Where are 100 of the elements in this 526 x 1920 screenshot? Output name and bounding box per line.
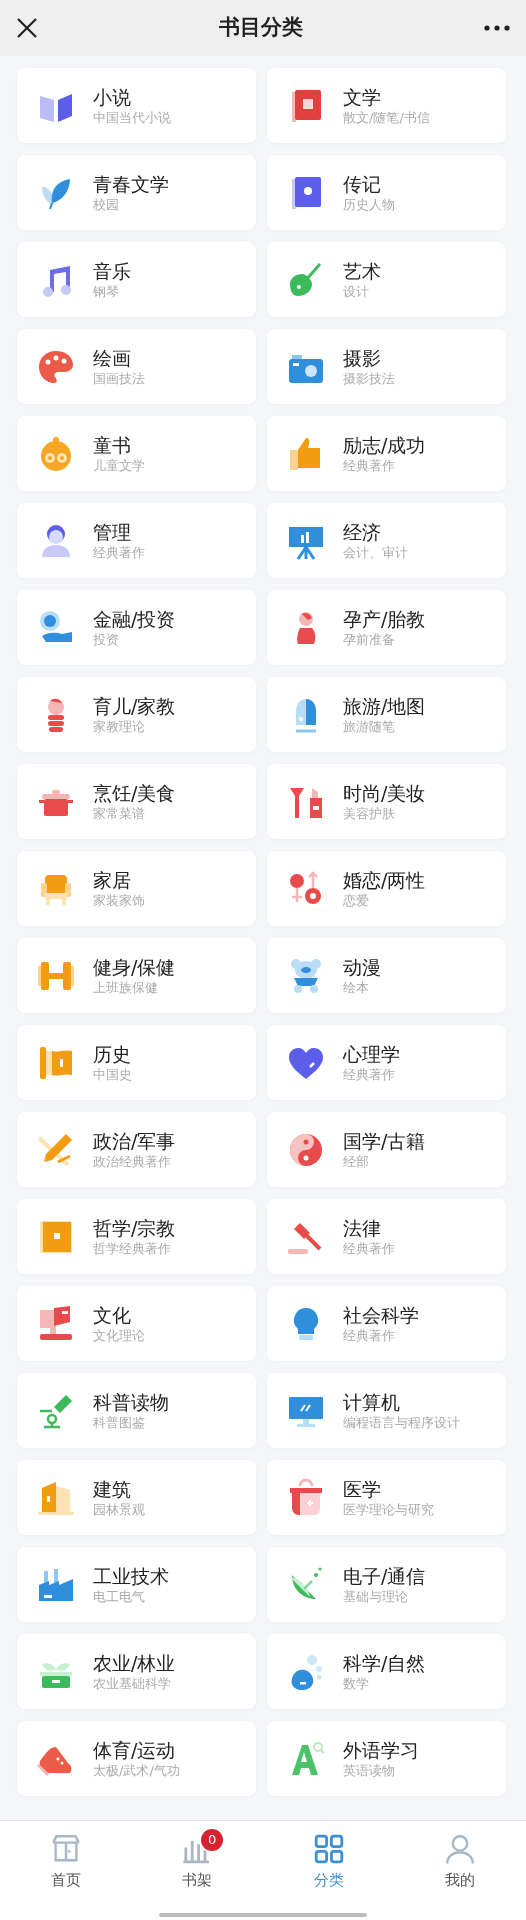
more-icon[interactable] [484,25,510,31]
category-card[interactable]: 建筑 园林景观 [17,1460,256,1535]
category-card[interactable]: 家居 家装家饰 [17,851,256,926]
category-subtitle: 儿童文学 [93,456,145,475]
category-card[interactable]: 烹饪/美食 家常菜谱 [17,764,256,839]
category-title: 烹饪/美食 [93,780,176,805]
category-card[interactable]: 文学 散文/随笔/书信 [267,68,506,143]
category-subtitle: 家常菜谱 [93,804,146,823]
category-subtitle: 英语读物 [343,1761,396,1780]
category-subtitle: 校园 [93,195,120,214]
category-title: 建筑 [93,1476,132,1501]
category-card[interactable]: 文化 文化理论 [17,1286,256,1361]
category-title: 旅游/地图 [343,693,426,718]
category-subtitle: 哲学经典著作 [93,1239,172,1258]
category-card[interactable]: 外语学习 英语读物 [267,1721,506,1796]
category-card[interactable]: 管理 经典著作 [17,503,256,578]
category-card[interactable]: 医学 医学理论与研究 [267,1460,506,1535]
category-card[interactable]: 健身/保健 上班族保健 [17,938,256,1013]
category-title: 计算机 [343,1389,401,1414]
category-card[interactable]: 历史 中国史 [17,1025,256,1100]
category-card[interactable]: 体育/运动 太极/武术/气功 [17,1721,256,1796]
category-title: 医学 [343,1476,382,1501]
category-title: 历史 [93,1041,132,1066]
category-subtitle: 散文/随笔/书信 [343,108,430,127]
category-subtitle: 经典著作 [343,1065,396,1084]
category-title: 摄影 [343,345,382,370]
category-subtitle: 设计 [343,282,370,301]
category-subtitle: 投资 [93,630,120,649]
category-subtitle: 经典著作 [343,1326,396,1345]
category-title: 小说 [93,84,132,109]
category-title: 哲学/宗教 [93,1215,176,1240]
category-card[interactable]: 孕产/胎教 孕前准备 [267,590,506,665]
category-card[interactable]: 计算机 编程语言与程序设计 [267,1373,506,1448]
category-card[interactable]: 科学/自然 数学 [267,1634,506,1709]
category-card[interactable]: 哲学/宗教 哲学经典著作 [17,1199,256,1274]
category-title: 传记 [343,171,382,196]
category-card[interactable]: 传记 历史人物 [267,155,506,230]
category-card[interactable]: 艺术 设计 [267,242,506,317]
category-title: 经济 [343,519,382,544]
category-card[interactable]: 动漫 绘本 [267,938,506,1013]
category-subtitle: 中国当代小说 [93,108,171,127]
category-card[interactable]: 法律 经典著作 [267,1199,506,1274]
category-title: 金融/投资 [93,606,176,631]
tab-bar-item[interactable]: 分类 [263,1833,395,1892]
category-title: 国学/古籍 [343,1128,426,1153]
category-card[interactable]: 摄影 摄影技法 [267,329,506,404]
category-title: 绘画 [93,345,132,370]
category-card[interactable]: 心理学 经典著作 [267,1025,506,1100]
category-title: 家居 [93,867,132,892]
category-title: 管理 [93,519,132,544]
category-title: 青春文学 [93,171,169,196]
category-title: 社会科学 [343,1302,419,1327]
category-subtitle: 美容护肤 [343,804,396,823]
category-title: 法律 [343,1215,382,1240]
category-subtitle: 编程语言与程序设计 [343,1413,460,1432]
category-card[interactable]: 经济 会计、审计 [267,503,506,578]
tab-bar-item[interactable]: 我的 [394,1833,526,1892]
category-card[interactable]: 科普读物 科普图鉴 [17,1373,256,1448]
category-title: 外语学习 [343,1737,419,1762]
category-title: 时尚/美妆 [343,780,426,805]
category-card[interactable]: 励志/成功 经典著作 [267,416,506,491]
category-subtitle: 绘本 [343,978,370,997]
category-title: 童书 [93,432,132,457]
person-icon [444,1833,477,1865]
category-subtitle: 政治经典著作 [93,1152,172,1171]
category-card[interactable]: 小说 中国当代小说 [17,68,256,143]
category-card[interactable]: 音乐 钢琴 [17,242,256,317]
category-card[interactable]: 国学/古籍 经部 [267,1112,506,1187]
category-subtitle: 钢琴 [93,282,120,301]
category-title: 婚恋/两性 [343,867,426,892]
category-card[interactable]: 金融/投资 投资 [17,590,256,665]
category-card[interactable]: 育儿/家教 家教理论 [17,677,256,752]
category-title: 农业/林业 [93,1650,176,1675]
close-icon[interactable] [16,17,38,39]
category-subtitle: 经典著作 [343,1239,395,1258]
category-card[interactable]: 旅游/地图 旅游随笔 [267,677,506,752]
category-card[interactable]: 电子/通信 基础与理论 [267,1547,506,1622]
category-card[interactable]: 时尚/美妆 美容护肤 [267,764,506,839]
category-card[interactable]: 青春文学 校园 [17,155,256,230]
category-subtitle: 孕前准备 [343,630,396,649]
category-subtitle: 科普图鉴 [93,1413,146,1432]
category-title: 艺术 [343,258,381,283]
category-title: 科学/自然 [343,1650,426,1675]
category-title: 孕产/胎教 [343,606,426,631]
category-card[interactable]: 童书 儿童文学 [17,416,256,491]
category-title: 科普读物 [93,1389,169,1414]
category-subtitle: 园林景观 [93,1500,145,1519]
category-card[interactable]: 婚恋/两性 恋爱 [267,851,506,926]
category-subtitle: 数学 [343,1674,370,1693]
tab-bar-item[interactable]: 首页 [0,1833,132,1892]
category-title: 文学 [343,84,382,109]
category-subtitle: 上班族保健 [93,978,159,997]
category-title: 体育/运动 [93,1737,177,1762]
category-subtitle: 太极/武术/气功 [93,1761,180,1780]
category-card[interactable]: 社会科学 经典著作 [267,1286,506,1361]
category-card[interactable]: 工业技术 电工电气 [17,1547,256,1622]
category-card[interactable]: 政治/军事 政治经典著作 [17,1112,256,1187]
category-card[interactable]: 农业/林业 农业基础科学 [17,1634,256,1709]
category-title: 动漫 [343,954,381,979]
category-card[interactable]: 绘画 国画技法 [17,329,256,404]
